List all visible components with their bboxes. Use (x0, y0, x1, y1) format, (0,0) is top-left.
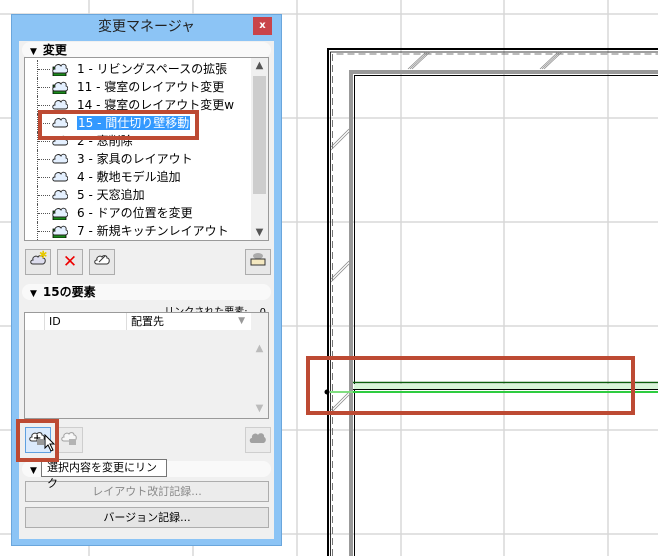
section-label: 15の要素 (42, 285, 96, 299)
scroll-up-icon[interactable]: ▲ (251, 60, 268, 71)
change-label: 5 - 天窓追加 (77, 188, 145, 202)
tree-line (38, 105, 50, 106)
scroll-up-icon[interactable]: ▲ (251, 343, 268, 354)
unlink-button[interactable] (57, 427, 83, 453)
collapse-triangle-icon: ▼ (30, 466, 37, 476)
linked-change-icon (52, 225, 68, 238)
change-item[interactable]: 5 - 天窓追加 (25, 186, 145, 204)
section-label: 変更 (42, 43, 67, 57)
change-item[interactable]: 11 - 寝室のレイアウト変更 (25, 78, 224, 96)
highlight-wall (306, 356, 635, 415)
tree-line (38, 213, 50, 214)
change-item[interactable]: 3 - 家具のレイアウト (25, 150, 193, 168)
changes-list[interactable]: ▲ ▼ 1 - リビングスペースの拡張 11 - 寝室のレイアウト変更 14 - 寝… (24, 57, 269, 241)
change-settings-button[interactable] (89, 249, 115, 275)
change-cloud-icon (52, 171, 68, 182)
version-record-button[interactable]: バージョン記録... (25, 507, 269, 528)
linked-change-icon (52, 81, 68, 94)
change-label: 3 - 家具のレイアウト (77, 152, 193, 166)
close-button[interactable]: x (253, 17, 272, 35)
change-item[interactable]: 4 - 敷地モデル追加 (25, 168, 181, 186)
delete-x-icon: ✕ (62, 252, 78, 272)
change-label: 6 - ドアの位置を変更 (77, 206, 193, 220)
scroll-down-icon[interactable]: ▼ (251, 403, 268, 414)
scroll-down-icon[interactable]: ▼ (251, 227, 268, 238)
cloud-minus-icon (61, 432, 77, 445)
tree-line (38, 87, 50, 88)
select-elements-button[interactable] (245, 427, 271, 453)
tree-line (38, 195, 50, 196)
change-label: 1 - リビングスペースの拡張 (77, 62, 228, 76)
tree-line (38, 159, 50, 160)
collapse-triangle-icon: ▼ (30, 289, 37, 299)
export-button[interactable] (245, 249, 271, 275)
cloud-edit-icon (94, 255, 110, 265)
change-item[interactable]: 6 - ドアの位置を変更 (25, 204, 193, 222)
elements-section-header[interactable]: ▼ 15の要素 (22, 284, 271, 300)
column-blank (25, 313, 45, 330)
tree-line (38, 231, 50, 232)
change-cloud-icon (52, 153, 68, 164)
delete-change-button[interactable]: ✕ (57, 249, 83, 275)
tooltip: 選択内容を変更にリンク (41, 459, 167, 490)
changes-section-header[interactable]: ▼ 変更 (22, 42, 271, 58)
sort-arrow-icon: ▼ (238, 316, 245, 326)
select-cloud-icon (249, 433, 266, 443)
column-label: 配置先 (131, 315, 164, 328)
scrollbar[interactable]: ▲ ▼ (251, 58, 268, 240)
change-item[interactable]: 1 - リビングスペースの拡張 (25, 60, 227, 78)
elements-table[interactable]: ID 配置先 ▼ ▲ ▼ (24, 312, 269, 419)
collapse-triangle-icon: ▼ (30, 47, 37, 57)
linked-change-icon (52, 63, 68, 76)
linked-change-icon (52, 207, 68, 220)
change-label: 7 - 新規キッチンレイアウト (77, 224, 229, 238)
column-id[interactable]: ID (45, 313, 127, 330)
highlight-selected-change (38, 110, 199, 140)
tree-line (38, 69, 50, 70)
mouse-cursor-icon (44, 434, 56, 452)
change-item[interactable]: 7 - 新規キッチンレイアウト (25, 222, 229, 240)
new-change-button[interactable]: ✱ (25, 249, 51, 275)
change-cloud-icon (52, 189, 68, 200)
layout-revision-button[interactable]: レイアウト改訂記録... (25, 481, 269, 502)
scroll-thumb[interactable] (253, 76, 266, 194)
tree-line (38, 177, 50, 178)
column-location[interactable]: 配置先 ▼ (127, 313, 251, 330)
change-label: 4 - 敷地モデル追加 (77, 170, 181, 184)
panel-title: 変更マネージャ (97, 19, 196, 35)
change-label: 11 - 寝室のレイアウト変更 (77, 80, 225, 94)
tree-line (38, 141, 50, 142)
new-cloud-icon: ✱ (30, 250, 47, 265)
svg-text:✱: ✱ (39, 250, 47, 261)
tray-icon (250, 253, 266, 266)
